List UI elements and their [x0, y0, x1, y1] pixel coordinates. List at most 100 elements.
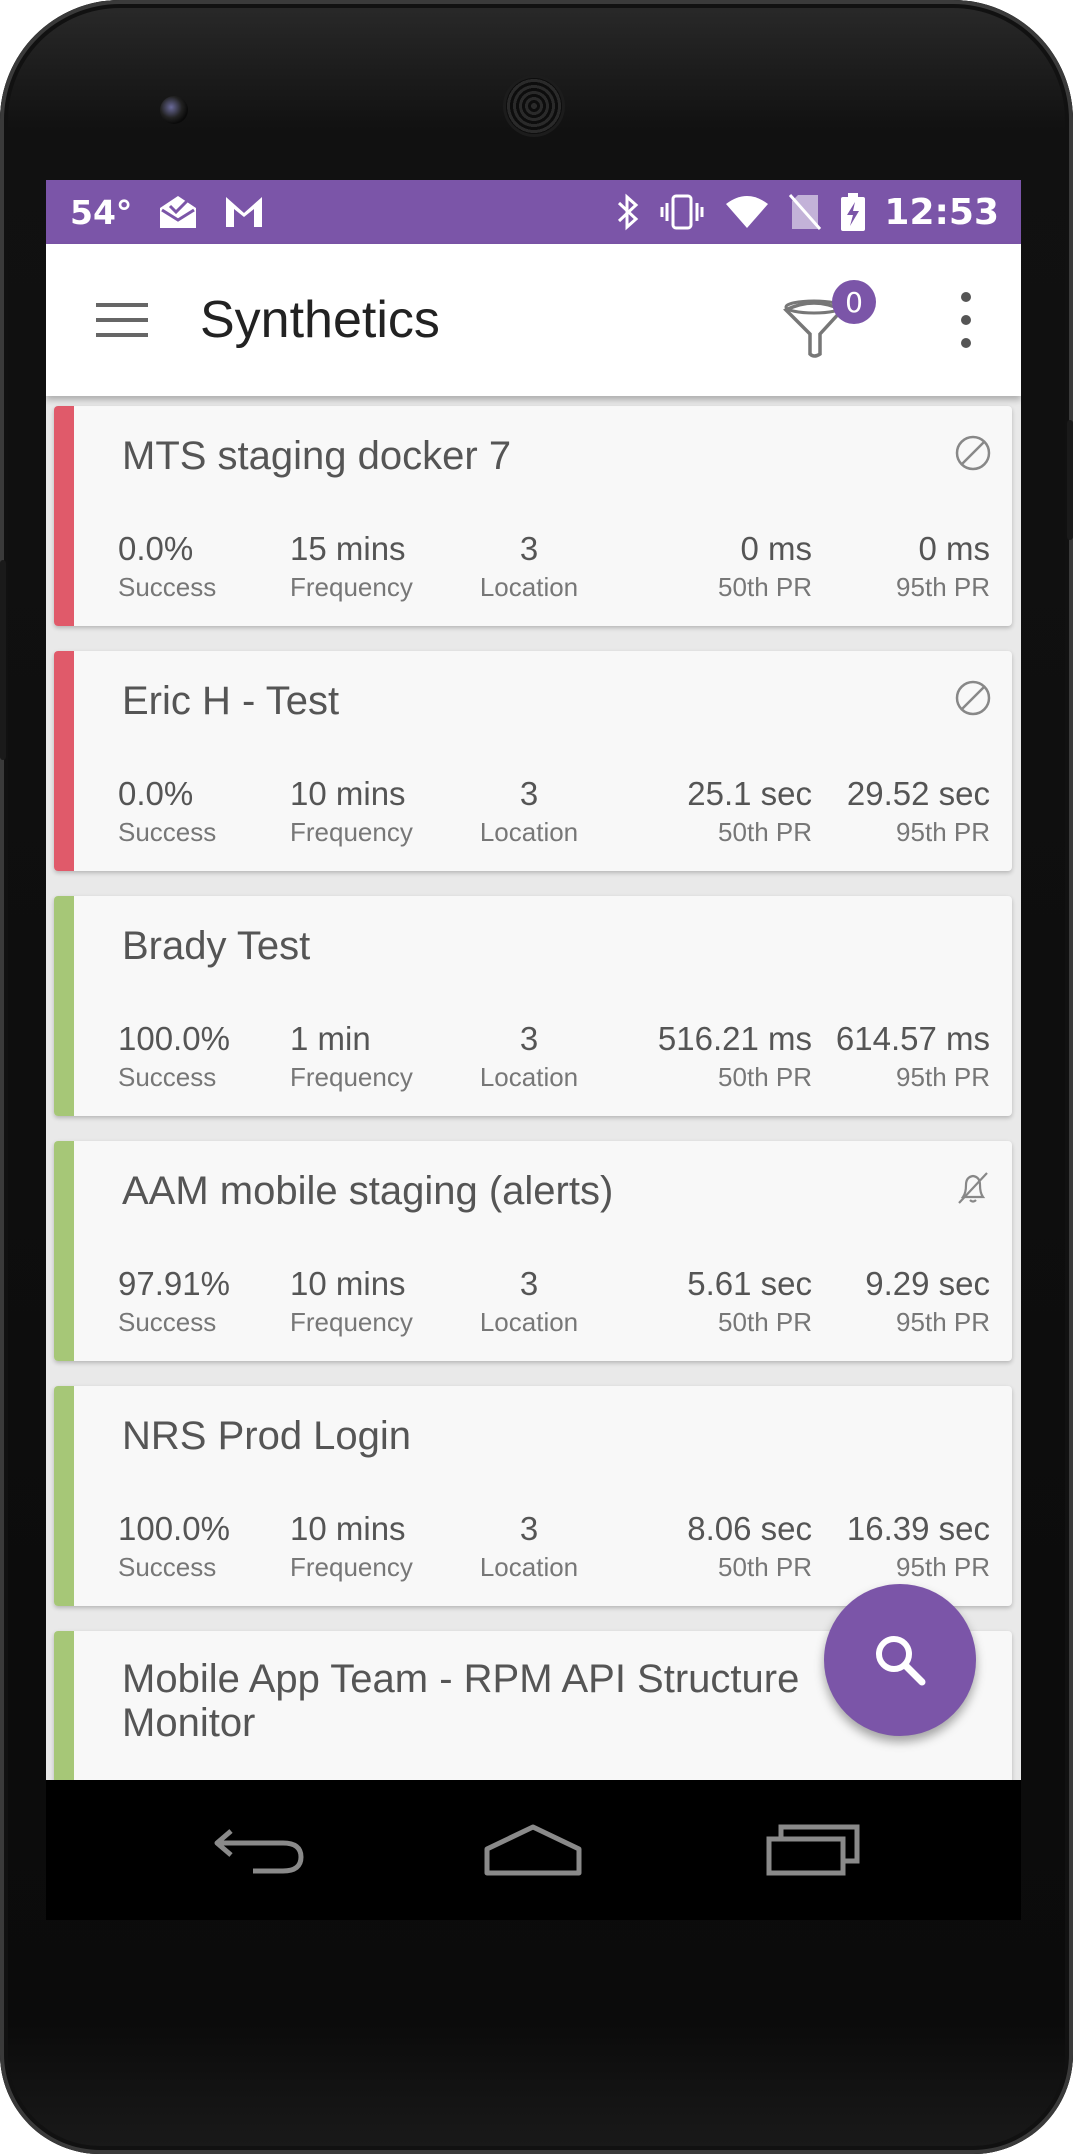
frequency-metric: 10 mins Frequency	[290, 1510, 413, 1583]
status-indicator-fail	[54, 651, 74, 871]
p95-metric: 0 ms 95th PR	[896, 530, 990, 603]
frequency-metric: 1 min Frequency	[290, 1020, 413, 1093]
success-metric: 100.0% Success	[118, 1020, 230, 1093]
p95-metric: 9.29 sec 95th PR	[865, 1265, 990, 1338]
p95-metric: 29.52 sec 95th PR	[847, 775, 990, 848]
wifi-icon	[724, 194, 770, 230]
p50-metric: 8.06 sec 50th PR	[687, 1510, 812, 1583]
p95-metric: 16.39 sec 95th PR	[847, 1510, 990, 1583]
volume-button	[0, 560, 6, 760]
frequency-label: Frequency	[290, 572, 413, 602]
frequency-value: 15 mins	[290, 530, 406, 567]
monitor-card[interactable]: Eric H - Test 0.0% Success 10 mins Frequen…	[54, 651, 1012, 871]
success-label: Success	[118, 1307, 217, 1337]
filter-count-badge: 0	[832, 280, 876, 324]
p95-metric: 614.57 ms 95th PR	[836, 1020, 990, 1093]
back-button[interactable]	[206, 1814, 316, 1884]
monitor-name: MTS staging docker 7	[122, 434, 512, 478]
bluetooth-icon	[616, 193, 640, 231]
p95-label: 95th PR	[896, 817, 990, 847]
home-button[interactable]	[478, 1814, 588, 1884]
p50-label: 50th PR	[718, 572, 812, 602]
location-value: 3	[519, 1020, 539, 1057]
location-metric: 3 Location	[454, 530, 604, 603]
location-metric: 3 Location	[454, 1265, 604, 1338]
success-label: Success	[118, 817, 217, 847]
monitor-card[interactable]: AAM mobile staging (alerts) 97.91% Succes…	[54, 1141, 1012, 1361]
temperature-text: 54°	[70, 192, 133, 232]
location-label: Location	[479, 1307, 579, 1337]
location-value: 3	[519, 1510, 539, 1547]
filter-button[interactable]: 0	[780, 274, 876, 370]
power-button	[1067, 420, 1073, 540]
frequency-value: 10 mins	[290, 775, 406, 812]
p50-label: 50th PR	[718, 1552, 812, 1582]
p50-value: 25.1 sec	[687, 775, 812, 812]
p95-value: 614.57 ms	[835, 1020, 990, 1057]
p50-label: 50th PR	[718, 1307, 812, 1337]
success-metric: 97.91% Success	[118, 1265, 230, 1338]
recents-icon	[766, 1824, 860, 1876]
p50-value: 0 ms	[740, 530, 812, 567]
monitor-name: Mobile App Team - RPM API Structure Moni…	[122, 1657, 800, 1745]
status-indicator-ok	[54, 1141, 74, 1361]
p95-value: 0 ms	[918, 530, 990, 567]
p95-value: 16.39 sec	[846, 1510, 990, 1547]
location-label: Location	[479, 817, 579, 847]
menu-button[interactable]	[92, 290, 152, 350]
success-label: Success	[118, 1552, 217, 1582]
success-metric: 0.0% Success	[118, 530, 216, 603]
monitor-name: AAM mobile staging (alerts)	[122, 1169, 614, 1213]
search-fab[interactable]	[824, 1584, 976, 1736]
monitor-name: Brady Test	[122, 924, 311, 968]
p95-label: 95th PR	[896, 572, 990, 602]
frequency-metric: 10 mins Frequency	[290, 1265, 413, 1338]
frequency-label: Frequency	[290, 817, 413, 847]
location-value: 3	[519, 1265, 539, 1302]
location-label: Location	[479, 1062, 579, 1092]
disabled-icon	[955, 680, 991, 716]
p50-value: 8.06 sec	[687, 1510, 812, 1547]
clock-text: 12:53	[884, 191, 999, 233]
vibrate-icon	[658, 193, 706, 231]
p95-label: 95th PR	[896, 1552, 990, 1582]
success-value: 97.91%	[118, 1265, 230, 1302]
muted-bell-icon	[958, 1172, 988, 1204]
p50-metric: 516.21 ms 50th PR	[658, 1020, 812, 1093]
phone-frame: 54° 12:53 Synthetics 0 MTS staging docke…	[0, 0, 1073, 2154]
success-value: 100.0%	[118, 1020, 230, 1057]
status-indicator-ok	[54, 896, 74, 1116]
monitor-card[interactable]: MTS staging docker 7 0.0% Success 15 mins…	[54, 406, 1012, 626]
success-label: Success	[118, 1062, 217, 1092]
location-label: Location	[479, 1552, 579, 1582]
location-value: 3	[519, 530, 539, 567]
frequency-metric: 15 mins Frequency	[290, 530, 413, 603]
overflow-menu-button[interactable]	[946, 286, 986, 354]
frequency-label: Frequency	[290, 1062, 413, 1092]
app-bar: Synthetics 0	[46, 244, 1021, 396]
navigation-bar	[46, 1780, 1021, 1920]
screen: 54° 12:53 Synthetics 0 MTS staging docke…	[46, 180, 1021, 1780]
frequency-label: Frequency	[290, 1307, 413, 1337]
p50-label: 50th PR	[718, 817, 812, 847]
status-indicator-ok	[54, 1631, 74, 1780]
p50-label: 50th PR	[718, 1062, 812, 1092]
p50-metric: 5.61 sec 50th PR	[687, 1265, 812, 1338]
hamburger-menu-icon	[96, 303, 148, 337]
recents-button[interactable]	[758, 1814, 868, 1884]
overflow-dot	[961, 315, 971, 325]
location-metric: 3 Location	[454, 775, 604, 848]
earpiece-speaker	[506, 78, 562, 134]
mail-open-icon	[158, 194, 198, 230]
p50-metric: 0 ms 50th PR	[718, 530, 812, 603]
monitor-card[interactable]: NRS Prod Login 100.0% Success 10 mins Freq…	[54, 1386, 1012, 1606]
status-indicator-fail	[54, 406, 74, 626]
p95-label: 95th PR	[896, 1062, 990, 1092]
p50-value: 5.61 sec	[687, 1265, 812, 1302]
monitor-card[interactable]: Brady Test 100.0% Success 1 min Frequency …	[54, 896, 1012, 1116]
p50-value: 516.21 ms	[657, 1020, 812, 1057]
gmail-icon	[224, 195, 264, 229]
location-metric: 3 Location	[454, 1510, 604, 1583]
location-metric: 3 Location	[454, 1020, 604, 1093]
status-bar: 54° 12:53	[46, 180, 1021, 244]
